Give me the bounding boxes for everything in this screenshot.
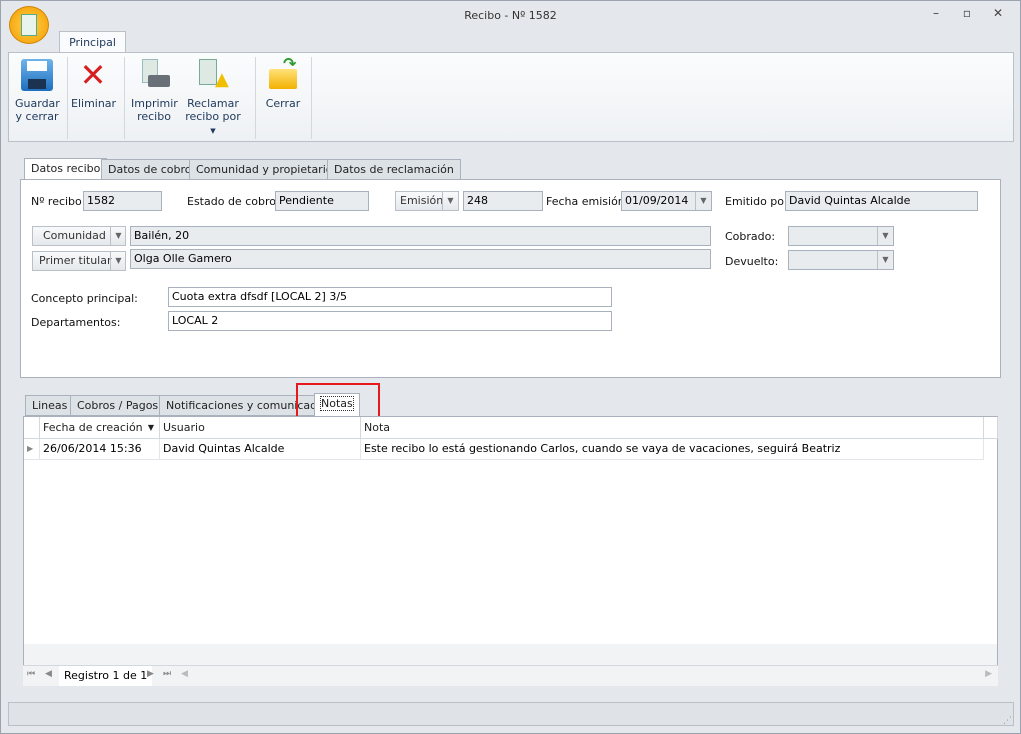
tab-cobros-pagos[interactable]: Cobros / Pagos [70,395,166,416]
numero-label: Nº recibo: [31,195,86,208]
concepto-field[interactable]: Cuota extra dfsdf [LOCAL 2] 3/5 [168,287,612,307]
titular-field[interactable]: Olga Olle Gamero [130,249,711,269]
scroll-left-icon[interactable]: ◀ [181,669,188,679]
divider [311,57,312,139]
estado-field[interactable]: Pendiente [275,191,369,211]
claim-receipt-button[interactable]: ▲ Reclamar recibo por ▼ [181,59,245,138]
minimize-icon[interactable]: – [926,6,946,22]
divider [255,57,256,139]
close-icon[interactable]: ✕ [988,6,1008,22]
window-title: Recibo - Nº 1582 [464,9,557,22]
chevron-down-icon: ▼ [110,252,126,270]
delete-icon: ✕ [79,56,107,94]
ribbon: Guardar y cerrar ✕ Eliminar Imprimir recib… [8,52,1014,142]
close-button[interactable]: ↷ Cerrar [261,56,305,111]
estado-label: Estado de cobro: [187,195,280,208]
chevron-down-icon[interactable]: ▼ [877,251,893,269]
emision-button[interactable]: Emisión ▼ [395,191,459,211]
next-record-icon[interactable]: ▶ [147,669,154,679]
record-count: Registro 1 de 1 [59,666,153,686]
ribbon-tab-principal[interactable]: Principal [59,31,126,53]
status-bar [8,702,1014,726]
devuelto-field[interactable]: ▼ [788,250,894,270]
resize-grip-icon[interactable]: ⋰ [1003,716,1012,726]
departamentos-field[interactable]: LOCAL 2 [168,311,612,331]
divider [67,57,68,139]
tab-datos-reclamacion[interactable]: Datos de reclamación [327,159,461,180]
departamentos-label: Departamentos: [31,316,121,329]
numero-field[interactable]: 1582 [83,191,162,211]
record-navigator: ⏮ ◀ Registro 1 de 1 ▶ ⏭ ◀ ▶ [23,665,998,686]
table-cell[interactable]: David Quintas Alcalde [160,439,361,460]
chevron-down-icon[interactable]: ▼ [877,227,893,245]
tab-datos-cobro[interactable]: Datos de cobro [101,159,199,180]
header-filler [984,417,998,439]
last-record-icon[interactable]: ⏭ [163,669,171,679]
tab-lineas[interactable]: Lineas [25,395,75,416]
app-logo-icon[interactable] [9,6,49,44]
comunidad-field[interactable]: Bailén, 20 [130,226,711,246]
chevron-down-icon: ▼ [110,227,126,245]
emitido-label: Emitido por: [725,195,793,208]
scroll-right-icon[interactable]: ▶ [985,669,992,679]
chevron-down-icon: ▼ [442,192,458,210]
fecha-field[interactable]: 01/09/2014 ▼ [621,191,712,211]
previous-record-icon[interactable]: ◀ [45,669,52,679]
table-cell[interactable]: 26/06/2014 15:36 [40,439,160,460]
dropdown-arrow-icon: ▼ [210,127,216,135]
divider [124,57,125,139]
column-header-fecha[interactable]: Fecha de creación ▼ [40,417,160,439]
save-close-button[interactable]: Guardar y cerrar [15,59,60,123]
comunidad-button[interactable]: Comunidad ▼ [32,226,126,246]
claim-warning-icon: ▲ [197,59,229,91]
maximize-icon[interactable]: ▫ [957,6,977,22]
table-cell[interactable]: Este recibo lo está gestionando Carlos, … [361,439,984,460]
column-header-nota[interactable]: Nota [361,417,984,439]
print-icon [138,59,170,91]
devuelto-label: Devuelto: [725,255,779,268]
tab-comunidad-propietarios[interactable]: Comunidad y propietarios [189,159,346,180]
save-icon [21,59,53,91]
grid-footer [24,644,997,665]
emitido-field[interactable]: David Quintas Alcalde [785,191,978,211]
close-folder-icon: ↷ [267,56,299,91]
fecha-label: Fecha emisión: [546,195,629,208]
concepto-label: Concepto principal: [31,292,138,305]
delete-button[interactable]: ✕ Eliminar [71,56,116,110]
print-receipt-button[interactable]: Imprimir recibo [131,59,178,123]
column-header-usuario[interactable]: Usuario [160,417,361,439]
tab-datos-recibo[interactable]: Datos recibo [24,158,108,180]
sort-descending-icon: ▼ [147,423,154,432]
emision-field[interactable]: 248 [463,191,543,211]
row-indicator-header [24,417,40,439]
chevron-down-icon[interactable]: ▼ [695,192,711,210]
first-record-icon[interactable]: ⏮ [27,669,35,679]
cobrado-field[interactable]: ▼ [788,226,894,246]
row-indicator-icon: ▶ [24,439,40,460]
cobrado-label: Cobrado: [725,230,776,243]
primer-titular-button[interactable]: Primer titular ▼ [32,251,126,271]
